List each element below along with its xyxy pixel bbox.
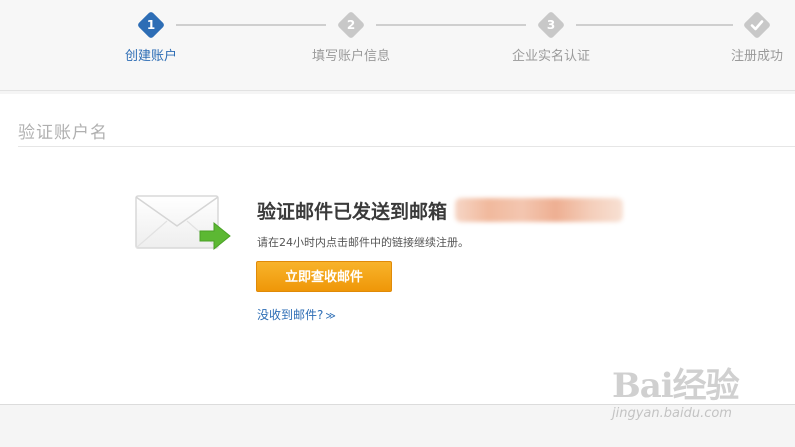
step-2-marker: 2 [336,10,366,40]
section-divider [18,146,795,147]
verify-heading: 验证邮件已发送到邮箱 [257,201,448,223]
step-2-number: 2 [346,18,356,32]
checkmark-icon [750,20,764,31]
step-4-marker [742,10,772,40]
not-received-link[interactable]: 没收到邮件? ≫ [257,306,336,323]
check-mail-button[interactable]: 立即查收邮件 [256,261,392,292]
step-1-number: 1 [146,18,156,32]
watermark: Bai经验 jingyan.baidu.com [612,358,740,421]
envelope-icon [135,195,231,251]
step-connector [176,24,326,26]
not-received-label: 没收到邮件? [257,308,324,322]
step-2-label: 填写账户信息 [311,49,391,64]
step-connector [376,24,526,26]
chevron-down-icon: ≫ [325,311,336,322]
step-4-label: 注册成功 [730,49,784,64]
watermark-url: jingyan.baidu.com [612,406,732,421]
step-connector [576,24,733,26]
step-1-marker: 1 [136,10,166,40]
step-3-number: 3 [546,18,556,32]
registration-stepper: 1 创建账户 2 填写账户信息 3 企业实名认证 注册成功 [0,0,795,91]
step-1-label: 创建账户 [124,49,178,64]
step-3-label: 企业实名认证 [511,49,591,64]
verify-instruction: 请在24小时内点击邮件中的链接继续注册。 [257,236,469,249]
watermark-logo: Bai经验 [612,366,740,406]
section-title: 验证账户名 [18,123,108,143]
email-address-redacted [455,198,623,222]
step-3-marker: 3 [536,10,566,40]
